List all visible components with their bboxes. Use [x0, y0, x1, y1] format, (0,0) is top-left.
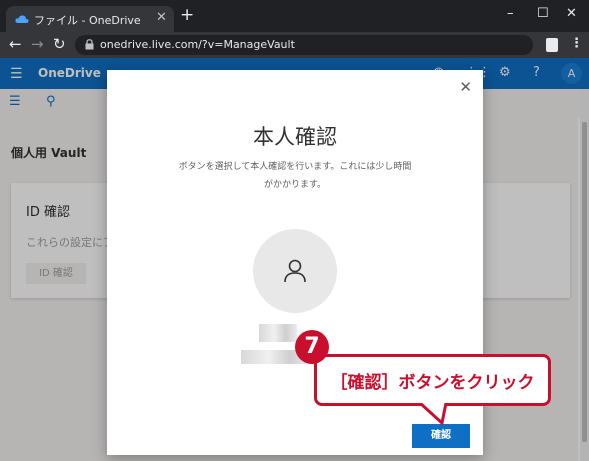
- browser-toolbar: ← → ↻ onedrive.live.com/?v=ManageVault: [0, 32, 589, 58]
- step-number-badge: 7: [295, 330, 329, 364]
- dialog-title: 本人確認: [253, 125, 337, 149]
- annotation-callout: ［確認］ボタンをクリック: [314, 354, 551, 406]
- dialog-description: ボタンを選択して本人確認を行います。これには少し時間がかかります。: [178, 162, 412, 190]
- browser-titlebar: ファイル - OneDrive ✕ + – ☐ ✕: [0, 0, 589, 32]
- extension-clipboard-icon[interactable]: [546, 38, 558, 52]
- forward-arrow-icon[interactable]: →: [31, 35, 44, 53]
- tab-title: ファイル - OneDrive: [34, 14, 141, 27]
- lock-icon: [85, 39, 94, 50]
- callout-pointer: [418, 403, 448, 425]
- close-window-icon[interactable]: ✕: [566, 6, 577, 21]
- browser-tab[interactable]: ファイル - OneDrive ✕: [6, 6, 174, 32]
- reload-icon[interactable]: ↻: [53, 35, 66, 53]
- redacted-name: [259, 324, 297, 342]
- callout-text: ［確認］ボタンをクリック: [330, 373, 535, 393]
- new-tab-button[interactable]: +: [180, 7, 194, 24]
- user-photo-placeholder: [253, 229, 337, 313]
- minimize-icon[interactable]: –: [507, 6, 514, 21]
- maximize-icon[interactable]: ☐: [537, 6, 549, 21]
- person-icon: [284, 259, 306, 283]
- browser-menu-icon[interactable]: ⋮: [570, 36, 583, 51]
- confirm-button[interactable]: 確認: [412, 424, 470, 448]
- back-arrow-icon[interactable]: ←: [9, 35, 22, 53]
- url-text: onedrive.live.com/?v=ManageVault: [100, 38, 295, 51]
- address-bar[interactable]: onedrive.live.com/?v=ManageVault: [75, 35, 533, 55]
- onedrive-cloud-icon: [15, 15, 29, 23]
- close-icon[interactable]: ✕: [459, 80, 472, 95]
- close-tab-icon[interactable]: ✕: [156, 10, 167, 25]
